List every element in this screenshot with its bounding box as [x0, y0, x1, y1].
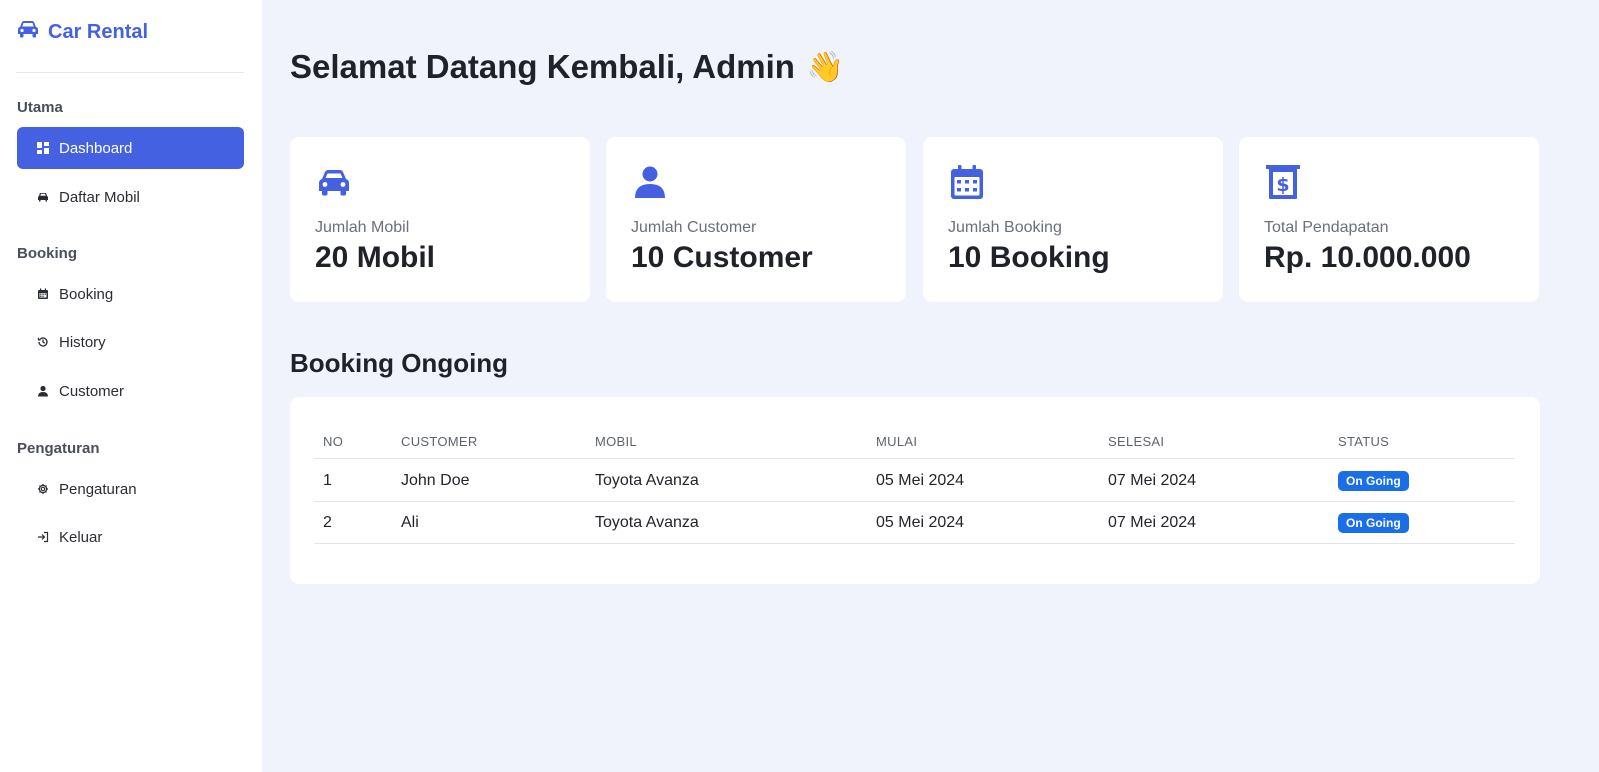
- stat-card-customer: Jumlah Customer 10 Customer: [606, 137, 906, 302]
- car-icon: [37, 191, 49, 203]
- cell-mobil: Toyota Avanza: [595, 513, 699, 531]
- booking-table: NO CUSTOMER MOBIL MULAI SELESAI STATUS 1…: [290, 397, 1540, 584]
- sidebar: Car Rental Utama Dashboard Daftar Mobil …: [0, 0, 262, 772]
- sidebar-item-daftar-mobil[interactable]: Daftar Mobil: [17, 176, 244, 218]
- stat-value: 20 Mobil: [315, 241, 436, 274]
- status-badge: On Going: [1338, 512, 1409, 533]
- main-content: Selamat Datang Kembali, Admin 👋 Jumlah M…: [262, 0, 1599, 772]
- column-header-mulai: MULAI: [876, 434, 918, 449]
- section-title-utama: Utama: [17, 99, 63, 116]
- sidebar-item-booking[interactable]: Booking: [17, 273, 244, 315]
- column-header-no: NO: [323, 434, 344, 449]
- sidebar-item-history[interactable]: History: [17, 321, 244, 363]
- stat-label: Jumlah Mobil: [315, 219, 410, 236]
- cell-mulai: 05 Mei 2024: [876, 471, 965, 489]
- svg-text:$: $: [1276, 174, 1289, 196]
- column-header-customer: CUSTOMER: [401, 434, 478, 449]
- waving-hand-emoji: 👋: [806, 50, 845, 84]
- stat-label: Jumlah Customer: [631, 219, 757, 236]
- sidebar-item-keluar[interactable]: Keluar: [17, 516, 244, 558]
- stat-card-pendapatan: $ Total Pendapatan Rp. 10.000.000: [1239, 137, 1539, 302]
- receipt-dollar-icon: $: [1264, 163, 1302, 201]
- column-header-status: STATUS: [1338, 434, 1390, 449]
- sidebar-item-label: Customer: [59, 382, 125, 400]
- column-header-mobil: MOBIL: [595, 434, 637, 449]
- table-row[interactable]: 2 Ali Toyota Avanza 05 Mei 2024 07 Mei 2…: [314, 502, 1515, 544]
- cell-no: 1: [323, 471, 332, 489]
- sidebar-item-label: Keluar: [59, 528, 103, 546]
- logout-icon: [37, 531, 49, 543]
- welcome-text: Selamat Datang Kembali, Admin: [290, 48, 795, 85]
- cell-status: On Going: [1338, 470, 1515, 491]
- car-icon: [315, 163, 353, 201]
- status-badge: On Going: [1338, 470, 1409, 491]
- stat-value: 10 Booking: [948, 241, 1110, 274]
- calendar-icon: [948, 163, 986, 201]
- sidebar-divider: [16, 72, 244, 73]
- brand-name: Car Rental: [48, 20, 149, 43]
- page-title: Selamat Datang Kembali, Admin 👋: [290, 48, 844, 86]
- cell-selesai: 07 Mei 2024: [1108, 471, 1197, 489]
- table-row[interactable]: 1 John Doe Toyota Avanza 05 Mei 2024 07 …: [314, 460, 1515, 502]
- gear-icon: [37, 483, 49, 495]
- cell-status: On Going: [1338, 512, 1515, 533]
- section-title-pengaturan: Pengaturan: [17, 440, 100, 457]
- stat-label: Total Pendapatan: [1264, 219, 1389, 236]
- cell-mobil: Toyota Avanza: [595, 471, 699, 489]
- user-icon: [37, 385, 49, 397]
- sidebar-item-customer[interactable]: Customer: [17, 370, 244, 412]
- user-icon: [631, 163, 669, 201]
- stat-value: Rp. 10.000.000: [1264, 241, 1471, 274]
- sidebar-item-dashboard[interactable]: Dashboard: [17, 127, 244, 169]
- cell-mulai: 05 Mei 2024: [876, 513, 965, 531]
- section-title-booking: Booking: [17, 245, 77, 262]
- sidebar-item-label: History: [59, 333, 106, 351]
- stat-card-mobil: Jumlah Mobil 20 Mobil: [290, 137, 590, 302]
- stat-label: Jumlah Booking: [948, 219, 1062, 236]
- table-header: NO CUSTOMER MOBIL MULAI SELESAI STATUS: [314, 425, 1515, 459]
- sidebar-item-pengaturan[interactable]: Pengaturan: [17, 468, 244, 510]
- car-icon: [16, 19, 40, 45]
- sidebar-item-label: Pengaturan: [59, 480, 137, 498]
- cell-customer: John Doe: [401, 471, 470, 489]
- history-icon: [37, 336, 49, 348]
- cell-selesai: 07 Mei 2024: [1108, 513, 1197, 531]
- calendar-icon: [37, 288, 49, 300]
- sidebar-item-label: Dashboard: [59, 139, 133, 157]
- sidebar-item-label: Daftar Mobil: [59, 188, 140, 206]
- stat-card-booking: Jumlah Booking 10 Booking: [923, 137, 1223, 302]
- brand[interactable]: Car Rental: [16, 18, 148, 46]
- column-header-selesai: SELESAI: [1108, 434, 1165, 449]
- section-heading: Booking Ongoing: [290, 348, 509, 378]
- cell-no: 2: [323, 513, 332, 531]
- stat-value: 10 Customer: [631, 241, 813, 274]
- sidebar-item-label: Booking: [59, 285, 114, 303]
- dashboard-icon: [37, 142, 49, 154]
- cell-customer: Ali: [401, 513, 419, 531]
